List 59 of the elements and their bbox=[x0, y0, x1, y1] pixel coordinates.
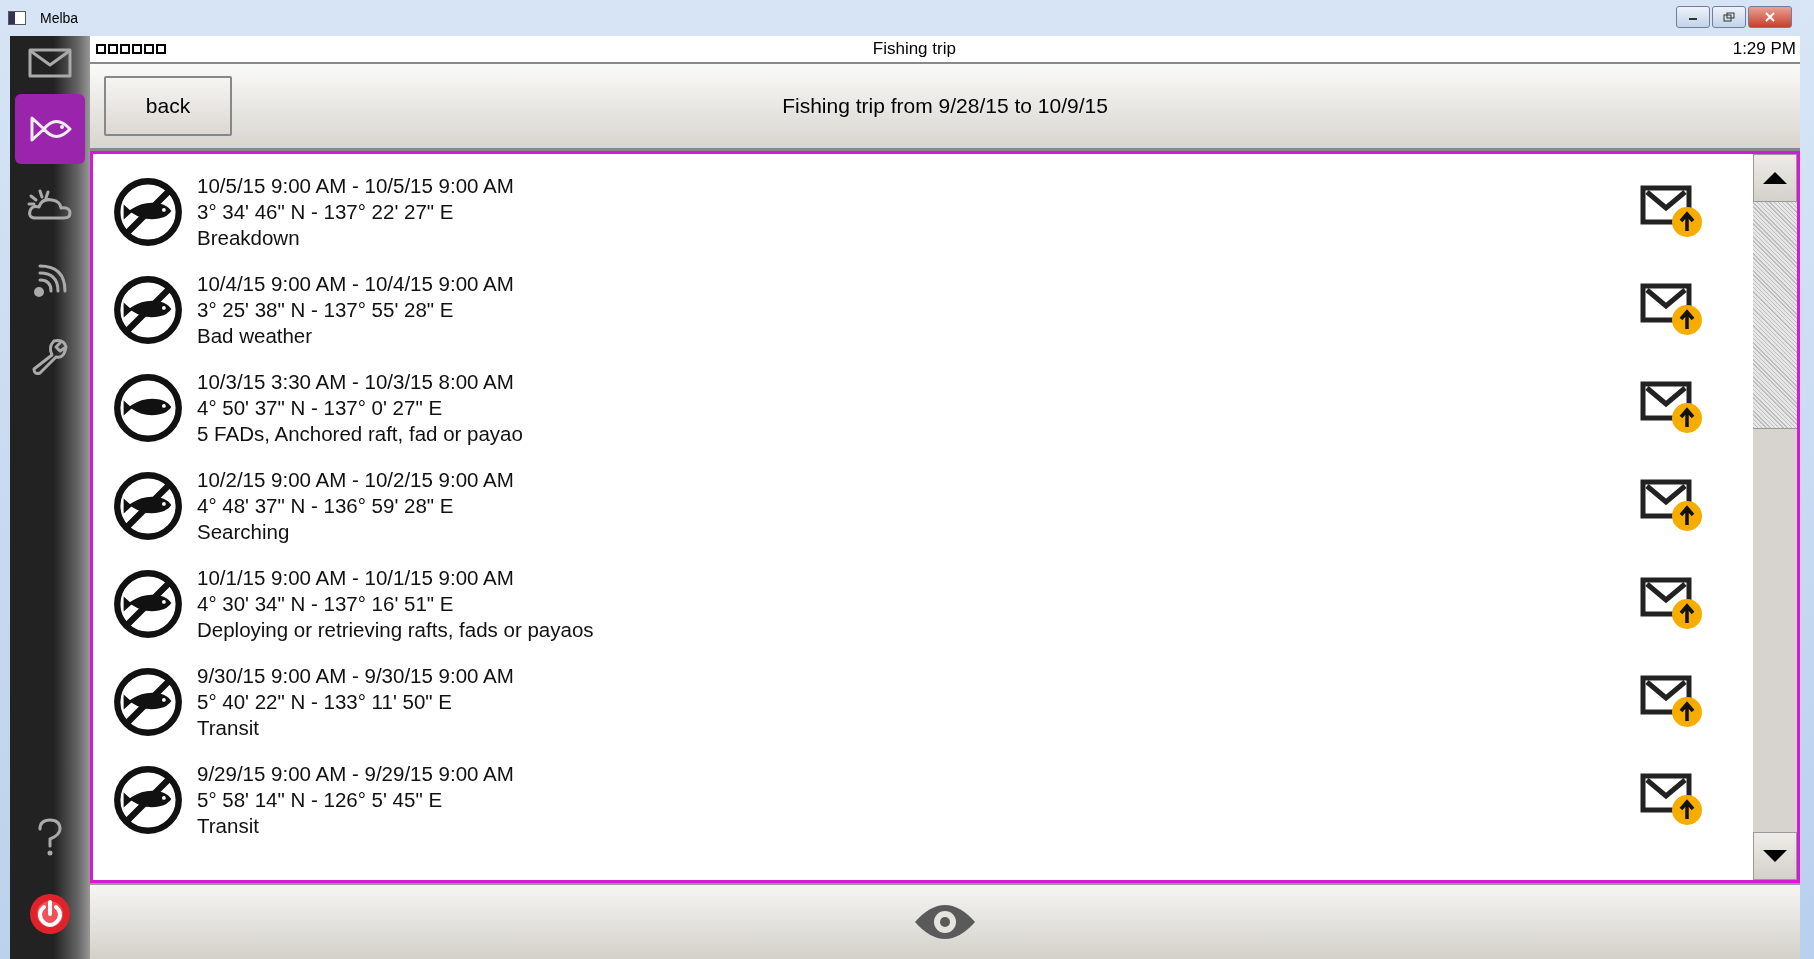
position-text: 3° 34' 46" N - 137° 22' 27" E bbox=[197, 199, 454, 225]
mail-icon bbox=[28, 48, 72, 78]
scroll-down-button[interactable] bbox=[1753, 832, 1797, 880]
restore-icon bbox=[1722, 12, 1736, 22]
down-arrow-icon bbox=[1762, 849, 1788, 863]
scroll-up-button[interactable] bbox=[1753, 154, 1797, 202]
send-mail-button[interactable] bbox=[1639, 772, 1705, 828]
clock-time: 1:29 PM bbox=[1732, 39, 1796, 59]
time-range: 10/5/15 9:00 AM - 10/5/15 9:00 AM bbox=[197, 173, 514, 199]
mail-upload-icon bbox=[1639, 478, 1705, 534]
position-text: 4° 30' 34" N - 137° 16' 51" E bbox=[197, 591, 454, 617]
activity-label: 5 FADs, Anchored raft, fad or payao bbox=[197, 421, 523, 447]
time-range: 10/1/15 9:00 AM - 10/1/15 9:00 AM bbox=[197, 565, 514, 591]
activity-label: Breakdown bbox=[197, 225, 300, 251]
signal-icon bbox=[32, 263, 68, 299]
activity-label: Transit bbox=[197, 813, 259, 839]
close-icon bbox=[1763, 12, 1777, 22]
time-range: 10/3/15 3:30 AM - 10/3/15 8:00 AM bbox=[197, 369, 514, 395]
up-arrow-icon bbox=[1762, 171, 1788, 185]
send-mail-button[interactable] bbox=[1639, 184, 1705, 240]
back-button[interactable]: back bbox=[104, 76, 232, 136]
close-button[interactable] bbox=[1748, 6, 1792, 28]
activity-label: Searching bbox=[197, 519, 290, 545]
fish-icon bbox=[28, 114, 72, 144]
eye-icon[interactable] bbox=[914, 902, 976, 942]
restore-button[interactable] bbox=[1712, 6, 1746, 28]
activity-label: Bad weather bbox=[197, 323, 313, 349]
activity-label: Deploying or retrieving rafts, fads or payaos bbox=[197, 617, 594, 643]
trip-title: Fishing trip from 9/28/15 to 10/9/15 bbox=[781, 94, 1109, 118]
position-text: 5° 58' 14" N - 126° 5' 45" E bbox=[197, 787, 443, 813]
send-mail-button[interactable] bbox=[1639, 576, 1705, 632]
window-title: Melba bbox=[40, 10, 79, 26]
mail-upload-icon bbox=[1639, 282, 1705, 338]
mail-upload-icon bbox=[1639, 674, 1705, 730]
cloud-sun-icon bbox=[26, 188, 74, 222]
send-mail-button[interactable] bbox=[1639, 478, 1705, 534]
mail-upload-icon bbox=[1639, 576, 1705, 632]
screen-title: Fishing trip bbox=[871, 39, 957, 59]
time-range: 9/29/15 9:00 AM - 9/29/15 9:00 AM bbox=[197, 761, 514, 787]
scrollbar[interactable] bbox=[1753, 154, 1797, 880]
position-text: 5° 40' 22" N - 133° 11' 50" E bbox=[197, 689, 452, 715]
send-mail-button[interactable] bbox=[1639, 282, 1705, 338]
position-text: 4° 48' 37" N - 136° 59' 28" E bbox=[197, 493, 454, 519]
mail-upload-icon bbox=[1639, 772, 1705, 828]
time-range: 9/30/15 9:00 AM - 9/30/15 9:00 AM bbox=[197, 663, 514, 689]
mail-upload-icon bbox=[1639, 380, 1705, 436]
time-range: 10/4/15 9:00 AM - 10/4/15 9:00 AM bbox=[197, 271, 514, 297]
app-icon bbox=[8, 11, 26, 25]
wrench-icon bbox=[30, 337, 70, 377]
activity-label: Transit bbox=[197, 715, 259, 741]
send-mail-button[interactable] bbox=[1639, 380, 1705, 436]
help-icon bbox=[37, 818, 63, 858]
minimize-button[interactable] bbox=[1676, 6, 1710, 28]
send-mail-button[interactable] bbox=[1639, 674, 1705, 730]
position-text: 4° 50' 37" N - 137° 0' 27" E bbox=[197, 395, 443, 421]
mail-upload-icon bbox=[1639, 184, 1705, 240]
position-text: 3° 25' 38" N - 137° 55' 28" E bbox=[197, 297, 454, 323]
power-icon bbox=[28, 892, 72, 936]
time-range: 10/2/15 9:00 AM - 10/2/15 9:00 AM bbox=[197, 467, 514, 493]
